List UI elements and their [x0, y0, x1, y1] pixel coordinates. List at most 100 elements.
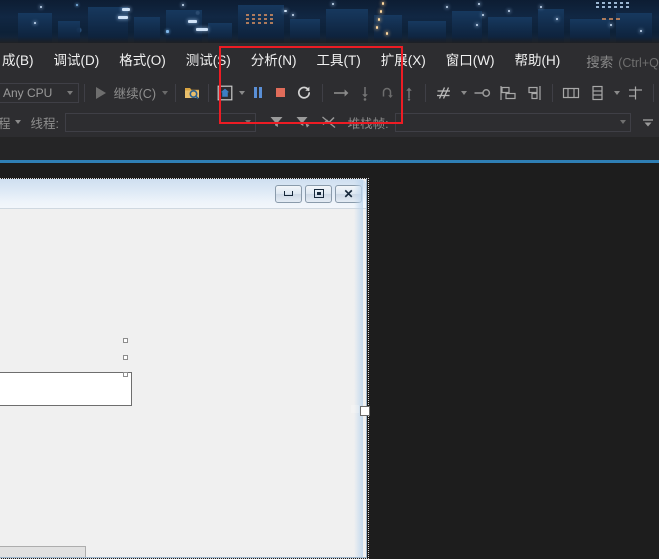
- align-left-button[interactable]: [495, 82, 521, 104]
- toolbar-separator: [425, 83, 426, 102]
- minimize-icon: [284, 191, 293, 196]
- continue-dropdown-button[interactable]: [158, 82, 170, 104]
- filter-threads-button[interactable]: [264, 111, 290, 133]
- funnel-filter-arrow-icon: [296, 117, 310, 128]
- center-vertically-icon: [591, 85, 603, 100]
- debug-location-toolbar: 程 线程: 堆栈帧:: [0, 107, 659, 137]
- continue-play-icon[interactable]: [90, 82, 112, 104]
- attach-process-icon: [184, 88, 199, 100]
- thread-label: 线程:: [30, 116, 59, 131]
- align-right-icon: [527, 85, 541, 100]
- chevron-down-icon: [161, 90, 168, 95]
- toolbar-gap: [0, 137, 659, 160]
- arrow-right-icon: [334, 88, 349, 97]
- key-icon: [474, 88, 491, 97]
- continue-label[interactable]: 继续(C): [112, 83, 158, 102]
- filter-threads-alt-button[interactable]: [290, 111, 316, 133]
- chevron-down-icon: [239, 90, 245, 95]
- funnel-filter-icon: [270, 117, 283, 127]
- step-out-button[interactable]: [376, 82, 398, 104]
- attach-to-process-button[interactable]: [181, 82, 203, 104]
- search-shortcut: (Ctrl+Q): [618, 55, 659, 70]
- toolbar-separator: [175, 83, 176, 102]
- tab-order-button[interactable]: [622, 82, 648, 104]
- restart-circular-arrow-icon: [298, 86, 311, 99]
- chevron-down-icon: [613, 90, 620, 95]
- solution-platform-combo[interactable]: Any CPU: [0, 82, 79, 103]
- menu-debug[interactable]: 调试(D): [44, 43, 110, 78]
- menu-tools[interactable]: 工具(T): [307, 43, 371, 78]
- break-all-button[interactable]: [247, 82, 269, 104]
- show-next-statement-dropdown[interactable]: [236, 82, 247, 104]
- chevron-down-icon: [66, 90, 73, 95]
- process-dropdown-button[interactable]: [11, 111, 25, 133]
- form-right-edge-shade: [354, 180, 363, 557]
- search-placeholder: 搜索: [586, 54, 614, 70]
- menu-analyze[interactable]: 分析(N): [241, 43, 307, 78]
- layout-dropdown-button[interactable]: [610, 82, 622, 104]
- pause-icon: [254, 87, 262, 98]
- step-into-button[interactable]: [354, 82, 376, 104]
- center-horizontally-icon: [562, 87, 580, 98]
- minimize-button[interactable]: [275, 184, 302, 203]
- align-right-button[interactable]: [521, 82, 547, 104]
- chevron-down-icon: [620, 120, 626, 124]
- solution-platform-value: Any CPU: [3, 85, 53, 100]
- stackframe-label: 堆栈帧:: [347, 116, 389, 131]
- step-up-arrow-icon: [406, 87, 412, 101]
- hot-reload-button[interactable]: [469, 82, 495, 104]
- restart-button[interactable]: [291, 82, 317, 104]
- menu-extensions[interactable]: 扩展(X): [371, 43, 436, 78]
- step-up-button[interactable]: [398, 82, 420, 104]
- menu-help[interactable]: 帮助(H): [504, 43, 570, 78]
- flag-toggle-icon: [321, 116, 336, 128]
- chevron-down-icon: [244, 120, 251, 124]
- stackframe-combo[interactable]: [394, 112, 631, 132]
- thread-combo[interactable]: [65, 112, 256, 132]
- step-over-button[interactable]: [328, 82, 354, 104]
- step-out-curved-arrow-icon: [382, 87, 393, 98]
- toolbar-separator: [322, 83, 323, 102]
- toolbar-separator: [83, 83, 85, 102]
- form-resize-handle[interactable]: [360, 406, 370, 416]
- toolbar-separator: [208, 83, 209, 102]
- menu-build[interactable]: 成(B): [0, 43, 44, 78]
- center-horizontally-button[interactable]: [558, 82, 584, 104]
- stop-square-icon: [275, 88, 285, 97]
- line-numbers-icon: [437, 86, 450, 99]
- winforms-designer-surface[interactable]: ✕ button1: [0, 178, 370, 559]
- textbox1[interactable]: [0, 372, 132, 406]
- maximize-button[interactable]: [305, 184, 332, 203]
- chevron-down-icon: [460, 90, 467, 95]
- stop-debugging-button[interactable]: [269, 82, 291, 104]
- line-numbers-dropdown[interactable]: [457, 82, 469, 104]
- menu-format[interactable]: 格式(O): [109, 43, 176, 78]
- toolbar-separator: [653, 83, 654, 102]
- show-next-statement-button[interactable]: [214, 82, 236, 104]
- play-triangle-icon: [95, 86, 106, 99]
- button1[interactable]: button1: [0, 546, 86, 557]
- show-next-statement-icon: [217, 85, 233, 100]
- align-left-icon: [499, 85, 516, 100]
- step-into-down-arrow-icon: [362, 86, 368, 101]
- visual-studio-window: 成(B) 调试(D) 格式(O) 测试(S) 分析(N) 工具(T) 扩展(X)…: [0, 0, 659, 559]
- maximize-icon: [313, 189, 324, 198]
- line-numbers-button[interactable]: [431, 82, 457, 104]
- form-window[interactable]: ✕ button1: [0, 179, 367, 558]
- chevron-down-icon: [15, 120, 22, 124]
- form-client-area[interactable]: button1: [0, 209, 366, 557]
- process-label: 程: [0, 116, 11, 131]
- menu-window[interactable]: 窗口(W): [436, 43, 505, 78]
- menu-test[interactable]: 测试(S): [176, 43, 241, 78]
- center-vertically-button[interactable]: [584, 82, 610, 104]
- form-title-bar[interactable]: ✕: [0, 179, 366, 209]
- close-icon: ✕: [343, 186, 354, 201]
- toolbar-overflow-button[interactable]: [637, 111, 659, 133]
- standard-toolbar: Any CPU 继续(C): [0, 78, 659, 107]
- resize-grip-ghost: [351, 405, 359, 413]
- quick-launch-search[interactable]: 搜索 (Ctrl+Q): [586, 51, 659, 71]
- tab-order-icon: [628, 86, 642, 99]
- theme-banner-image: [0, 0, 659, 43]
- toolbar-separator: [552, 83, 553, 102]
- toggle-flagged-threads-button[interactable]: [316, 111, 342, 133]
